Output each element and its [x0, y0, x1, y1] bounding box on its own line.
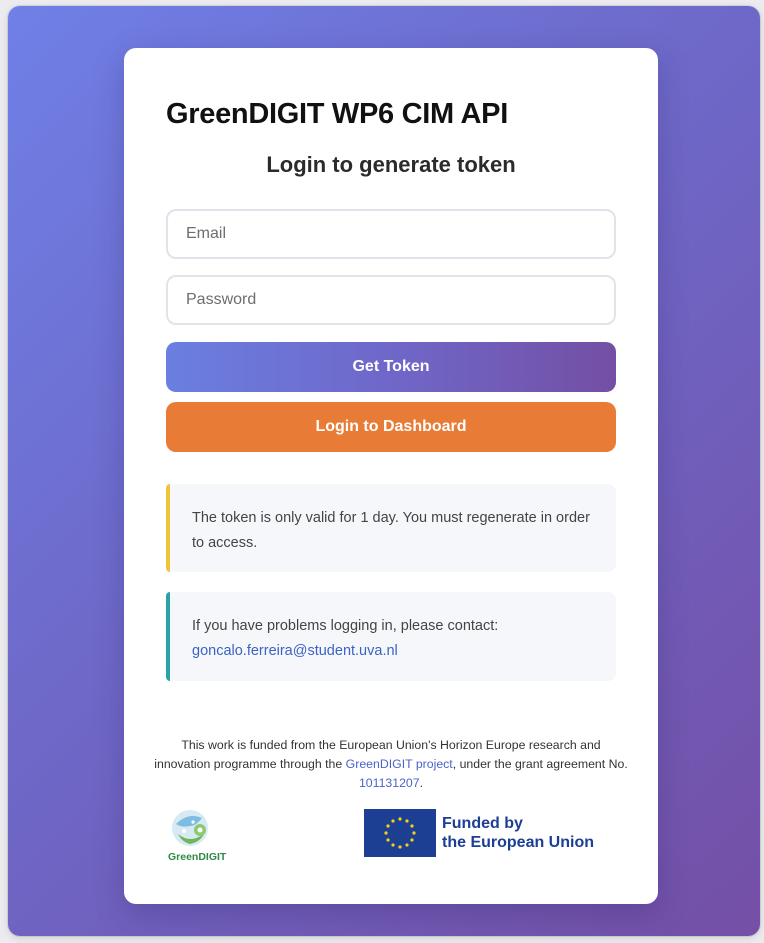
greendigit-logo-label: GreenDIGIT — [168, 851, 227, 863]
grant-number-link[interactable]: 101131207 — [359, 776, 420, 790]
browser-window: GreenDIGIT WP6 CIM API Login to generate… — [8, 6, 760, 936]
eu-funding-badge: Funded by the European Union — [364, 808, 594, 858]
password-field[interactable] — [166, 275, 616, 325]
login-dashboard-button[interactable]: Login to Dashboard — [166, 402, 616, 452]
contact-text: If you have problems logging in, please … — [192, 618, 499, 634]
token-validity-text: The token is only valid for 1 day. You m… — [192, 510, 590, 551]
eu-funding-text: Funded by the European Union — [442, 814, 594, 852]
footer-text-3: . — [419, 776, 424, 790]
eu-flag-icon — [364, 809, 436, 857]
contact-email-link[interactable]: goncalo.ferreira@student.uva.nl — [192, 639, 592, 664]
login-card: GreenDIGIT WP6 CIM API Login to generate… — [124, 48, 658, 904]
eu-funding-line-1: Funded by — [442, 815, 523, 832]
eu-funding-line-2: the European Union — [442, 834, 594, 851]
token-validity-note: The token is only valid for 1 day. You m… — [166, 484, 616, 572]
email-field[interactable] — [166, 209, 616, 259]
page-subtitle: Login to generate token — [266, 152, 516, 177]
page-title: GreenDIGIT WP6 CIM API — [166, 98, 508, 130]
greendigit-project-link[interactable]: GreenDIGIT project — [346, 757, 453, 771]
contact-note: If you have problems logging in, please … — [166, 592, 616, 681]
get-token-button[interactable]: Get Token — [166, 342, 616, 392]
footer-text-2: , under the grant agreement No. — [452, 757, 628, 771]
funding-footer: This work is funded from the European Un… — [154, 736, 628, 793]
